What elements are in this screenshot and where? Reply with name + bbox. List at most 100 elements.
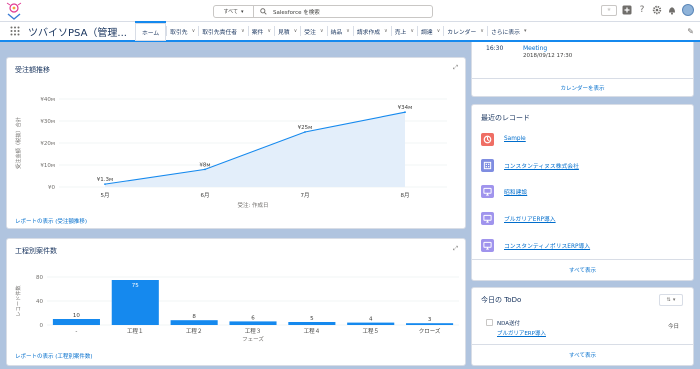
chevron-down-icon: ▾ xyxy=(240,8,244,15)
recent-record-label[interactable]: 昭和建設 xyxy=(504,187,527,196)
recent-record-item[interactable]: コンスタンティヌス株式会社 xyxy=(481,158,579,172)
global-add-button[interactable] xyxy=(622,5,632,15)
nav-tab-label: 売上 xyxy=(394,29,407,36)
nav-tab[interactable]: カレンダー ∨ xyxy=(444,21,487,41)
bar[interactable] xyxy=(170,320,218,325)
nav-tab-label: 納品 xyxy=(330,29,343,36)
edit-nav-button[interactable]: ✎ xyxy=(687,27,694,36)
event-datetime: 2018/09/12 17:30 xyxy=(523,53,573,59)
y-tick-label: ¥40м xyxy=(40,97,55,103)
notifications-button[interactable] xyxy=(667,5,677,15)
chevron-down-icon[interactable]: ∨ xyxy=(267,28,271,34)
x-tick-label: 工程２ xyxy=(186,327,203,335)
account-icon xyxy=(481,158,494,172)
recent-record-label[interactable]: ブルガリアERP導入 xyxy=(504,214,556,223)
favorites-button[interactable]: ★ xyxy=(601,4,617,16)
area-fill xyxy=(105,112,405,187)
recent-record-item[interactable]: 昭和建設 xyxy=(481,184,527,198)
task-checkbox[interactable] xyxy=(486,319,493,326)
nav-tab-label: ホーム xyxy=(141,30,160,37)
expand-icon[interactable]: ⤢ xyxy=(453,245,458,253)
nav-tab-label: 調達 xyxy=(421,29,433,36)
nav-tab[interactable]: 請求作成 ∨ xyxy=(354,21,391,41)
help-button[interactable]: ? xyxy=(637,5,647,15)
nav-tabs: ホーム 取引先 ∨ 取引先責任者 ∨ 案件 ∨ 見積 ∨ 受注 ∨ 納品 ∨ 請求作成 ∨ 売上 ∨ 調達 ∨ カレン… xyxy=(134,21,530,41)
nav-tab-label: カレンダー xyxy=(447,29,477,36)
global-search[interactable]: すべて ▾ Salesforce を検索 xyxy=(213,5,433,18)
user-avatar[interactable] xyxy=(682,4,694,16)
chevron-down-icon[interactable]: ∨ xyxy=(192,28,196,34)
task-related-link[interactable]: ブルガリアERP導入 xyxy=(497,329,546,337)
bar[interactable] xyxy=(229,321,277,325)
x-tick-label: - xyxy=(75,329,77,335)
data-point[interactable] xyxy=(304,131,306,133)
search-icon xyxy=(260,8,267,15)
task-title[interactable]: NDA送付 xyxy=(497,319,520,327)
nav-tab[interactable]: 納品 ∨ xyxy=(328,21,353,41)
event-title[interactable]: Meeting xyxy=(523,45,547,52)
data-point[interactable] xyxy=(404,111,406,114)
nav-tab-label: 取引先責任者 xyxy=(202,29,238,36)
bar[interactable] xyxy=(52,319,100,325)
nav-tab[interactable]: 売上 ∨ xyxy=(392,21,417,41)
chevron-down-icon[interactable]: ∨ xyxy=(410,28,414,34)
chevron-down-icon[interactable]: ∨ xyxy=(320,28,324,34)
bar[interactable] xyxy=(288,322,336,325)
chevron-down-icon: ▾ xyxy=(672,297,676,303)
recent-record-item[interactable]: コンスタンティノポリスERP導入 xyxy=(481,238,590,252)
chevron-down-icon[interactable]: ∨ xyxy=(346,28,350,34)
nav-tab[interactable]: 受注 ∨ xyxy=(301,21,326,41)
divider xyxy=(472,344,693,345)
nav-tab[interactable]: 見積 ∨ xyxy=(275,21,300,41)
x-tick-label: 8月 xyxy=(401,192,410,199)
view-calendar-link[interactable]: カレンダーを表示 xyxy=(472,84,693,92)
chevron-down-icon[interactable]: ∨ xyxy=(241,28,245,34)
nav-tab[interactable]: 案件 ∨ xyxy=(249,21,274,41)
data-label: 6 xyxy=(251,315,255,321)
bar[interactable] xyxy=(406,323,454,325)
expand-icon[interactable]: ⤢ xyxy=(453,64,458,72)
y-axis-title: 受注金額（税抜）合計 xyxy=(14,117,22,169)
nav-tab[interactable]: さらに表示 ▾ xyxy=(488,21,530,41)
data-point[interactable] xyxy=(104,183,106,186)
phase-count-chart: 80 40 0 10 - 75 工程１ 8 工程２ 6 工程３ 5 工程４ 4 工程５ 3 クローズフェーズ レコ… xyxy=(14,275,459,343)
gear-icon xyxy=(652,5,662,15)
nav-tab[interactable]: 取引先 ∨ xyxy=(167,21,198,41)
recent-record-item[interactable]: Sample xyxy=(481,132,526,146)
app-launcher-button[interactable] xyxy=(6,21,24,41)
chevron-down-icon[interactable]: ∨ xyxy=(480,28,484,34)
nav-tab[interactable]: 調達 ∨ xyxy=(418,21,443,41)
data-label: 75 xyxy=(132,283,139,289)
data-point[interactable] xyxy=(204,168,206,171)
recent-records-card: 最近のレコード Sample コンスタンティヌス株式会社 昭和建設 ブルガリアERP導… xyxy=(471,104,694,281)
star-icon: ★ xyxy=(606,7,612,13)
nav-tab[interactable]: ホーム xyxy=(134,21,167,41)
chevron-down-icon[interactable]: ∨ xyxy=(294,28,298,34)
view-all-todo-link[interactable]: すべて表示 xyxy=(472,351,693,359)
recent-record-item[interactable]: ブルガリアERP導入 xyxy=(481,211,556,225)
navigation-bar: ツバイソPSA（管理... ホーム 取引先 ∨ 取引先責任者 ∨ 案件 ∨ 見積 ∨ 受注 ∨ 納品 ∨… xyxy=(0,21,700,42)
bar[interactable] xyxy=(347,322,395,325)
search-input[interactable]: Salesforce を検索 xyxy=(254,8,432,16)
search-scope-dropdown[interactable]: すべて ▾ xyxy=(214,6,254,17)
x-axis-title: 受注: 作成日 xyxy=(237,201,268,209)
nav-tab-label: 受注 xyxy=(304,29,316,36)
nav-tab[interactable]: 取引先責任者 ∨ xyxy=(199,21,247,41)
task-due-date: 今日 xyxy=(667,324,679,330)
recent-record-label[interactable]: Sample xyxy=(504,136,526,142)
chevron-down-icon[interactable]: ∨ xyxy=(384,28,388,34)
y-tick-label: ¥0 xyxy=(48,185,55,191)
view-all-recent-link[interactable]: すべて表示 xyxy=(472,266,693,274)
chevron-down-icon[interactable]: ∨ xyxy=(437,28,441,34)
y-tick-label: ¥10м xyxy=(40,163,55,169)
setup-button[interactable] xyxy=(652,5,662,15)
recent-record-label[interactable]: コンスタンティヌス株式会社 xyxy=(504,161,579,170)
bell-icon xyxy=(669,7,675,15)
todo-filter-button[interactable]: ⇅ ▾ xyxy=(659,294,683,306)
x-tick-label: 工程１ xyxy=(127,327,144,335)
recent-record-label[interactable]: コンスタンティノポリスERP導入 xyxy=(504,241,590,250)
chevron-down-icon[interactable]: ▾ xyxy=(524,28,527,34)
order-report-link[interactable]: レポートの表示 (受注額推移) xyxy=(15,217,87,225)
app-logo-icon[interactable] xyxy=(4,2,24,21)
phase-report-link[interactable]: レポートの表示 (工程別案件数) xyxy=(15,352,93,360)
